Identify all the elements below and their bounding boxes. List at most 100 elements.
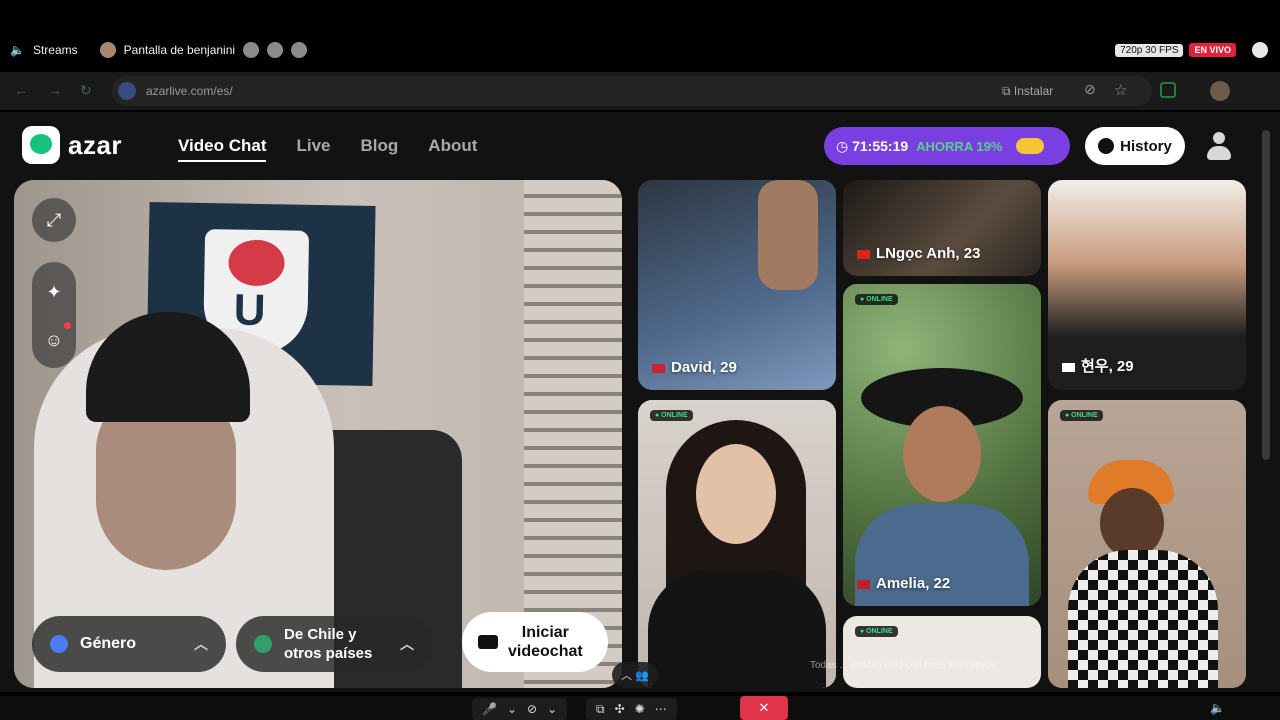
call-controls: 🎤 ⌄ ⊘ ⌄ [472, 698, 568, 720]
chat-icon[interactable] [1252, 42, 1268, 58]
streams-label[interactable]: Streams [33, 43, 78, 57]
profile-face [696, 444, 776, 544]
profile-name-text: 현우, 29 [1081, 358, 1134, 375]
profile-name-text: Amelia, 22 [876, 575, 951, 592]
eye-off-icon[interactable]: ⊘ [1084, 81, 1096, 98]
gender-label: Género [80, 635, 137, 652]
effects-toolbar: ✦ ☺ [32, 262, 76, 368]
forward-arrow-icon[interactable]: → [48, 82, 62, 98]
promo-save-text: AHORRA 19% [916, 138, 1003, 154]
sparkle-effects-icon[interactable]: ✦ [32, 270, 76, 314]
soundboard-icon[interactable]: ✺ [635, 702, 645, 716]
profile-face [1100, 488, 1164, 558]
url-text[interactable]: azarlive.com/es/ [146, 84, 233, 98]
profile-card[interactable]: LNgọc Anh, 23 [843, 180, 1041, 276]
page-scrollbar[interactable] [1262, 130, 1270, 460]
bookmark-star-icon[interactable]: ☆ [1114, 81, 1127, 99]
site-info-icon[interactable] [118, 82, 136, 100]
chevron-up-icon: ︿ [194, 636, 208, 652]
start-line2: videochat [508, 643, 583, 660]
disclaimer-text: Todas ... utilizan solo con fines ilustr… [810, 660, 999, 671]
volume-icon[interactable]: 🔈 [1210, 701, 1225, 715]
profile-face [903, 406, 981, 502]
taskbar: 🎤 ⌄ ⊘ ⌄ ⧉ ✣ ✺ ⋯ ✕ 🔈 [0, 696, 1280, 720]
promo-timer: 71:55:19 [836, 138, 908, 155]
install-button[interactable]: Instalar [1002, 84, 1053, 99]
online-badge: ● ONLINE [855, 294, 898, 305]
screen-share-label: Pantalla de benjanini [123, 43, 236, 57]
profile-card[interactable]: ● ONLINE Amelia, 22 [843, 284, 1041, 606]
activities-icon[interactable]: ✣ [615, 702, 625, 716]
azar-logo[interactable]: azar [22, 126, 122, 164]
region-text: De Chile y otros países [284, 625, 372, 663]
notification-dot [64, 322, 71, 329]
start-line1: Iniciar [521, 624, 569, 641]
start-videochat-button[interactable]: Iniciar videochat [462, 612, 608, 672]
reload-icon[interactable]: ↻ [80, 82, 92, 99]
viewer-avatar [291, 42, 308, 58]
profile-jacket [648, 570, 826, 688]
chevron-down-icon[interactable]: ⌄ [547, 702, 557, 716]
screen-share-icon[interactable]: ⧉ [596, 702, 605, 717]
history-label: History [1120, 137, 1172, 155]
back-arrow-icon[interactable]: ← [14, 82, 28, 98]
tattooed-arm [758, 180, 818, 290]
user-account-icon[interactable] [1206, 132, 1232, 162]
people-toggle-button[interactable]: ︿ 👥 [612, 662, 658, 688]
azar-page: azar Video Chat Live Blog About 71:55:19… [0, 112, 1280, 692]
profile-checkered-vest [1068, 550, 1218, 688]
region-filter[interactable]: De Chile y otros países ︿ [236, 616, 432, 672]
speaker-icon[interactable]: 🔈 [10, 43, 25, 57]
profile-name: Amelia, 22 [857, 575, 950, 592]
profile-name: 현우, 29 [1062, 355, 1134, 376]
profile-name-text: David, 29 [671, 359, 737, 376]
browser-profile-avatar[interactable] [1210, 81, 1230, 101]
promo-banner[interactable]: 71:55:19 AHORRA 19% [824, 127, 1070, 165]
main-nav: Video Chat Live Blog About [178, 136, 477, 162]
profile-card[interactable]: David, 29 [638, 180, 836, 390]
profile-card[interactable]: ● ONLINE [1048, 400, 1246, 688]
video-camera-icon [478, 635, 498, 649]
gender-filter[interactable]: Género ︿ [32, 616, 226, 672]
more-icon[interactable]: ⋯ [655, 702, 667, 716]
start-videochat-label: Iniciar videochat [508, 623, 583, 661]
globe-icon [254, 635, 272, 653]
history-button[interactable]: History [1085, 127, 1185, 165]
nav-blog[interactable]: Blog [361, 136, 399, 162]
viewer-avatar [267, 42, 284, 58]
stream-status: 720p 30 FPS EN VIVO [1115, 40, 1268, 60]
chevron-down-icon[interactable]: ⌄ [507, 702, 517, 716]
online-badge: ● ONLINE [855, 626, 898, 637]
nav-video-chat[interactable]: Video Chat [178, 136, 267, 162]
region-line1: De Chile y [284, 626, 357, 643]
viewer-avatar [243, 42, 260, 58]
extension-icon[interactable] [1160, 82, 1176, 98]
flag-icon [1062, 362, 1075, 372]
profile-card[interactable]: ● ONLINE [638, 400, 836, 688]
profile-card[interactable]: 현우, 29 [1048, 180, 1246, 390]
profile-name-text: LNgọc Anh, 23 [876, 245, 981, 262]
online-badge: ● ONLINE [1060, 410, 1103, 421]
flag-icon [857, 579, 870, 589]
logo-text: azar [68, 129, 123, 160]
browser-toolbar: ← → ↻ azarlive.com/es/ Instalar ⊘ ☆ [0, 72, 1280, 110]
fullscreen-button[interactable]: ⤢ [32, 198, 76, 242]
address-bar[interactable]: azarlive.com/es/ Instalar ⊘ ☆ [112, 76, 1152, 106]
stream-info: 🔈 Streams Pantalla de benjanini [10, 40, 308, 60]
azar-logo-icon [22, 126, 60, 164]
end-call-button[interactable]: ✕ [740, 696, 788, 720]
share-controls: ⧉ ✣ ✺ ⋯ [586, 698, 677, 720]
streamer-avatar [99, 42, 116, 58]
flag-icon [857, 249, 870, 259]
flag-icon [652, 363, 665, 373]
camera-off-icon[interactable]: ⊘ [527, 702, 537, 716]
nav-about[interactable]: About [428, 136, 477, 162]
profile-card[interactable]: ● ONLINE [843, 616, 1041, 688]
region-line2: otros países [284, 645, 373, 662]
profile-name: LNgọc Anh, 23 [857, 245, 980, 262]
nav-live[interactable]: Live [296, 136, 330, 162]
microphone-icon[interactable]: 🎤 [482, 702, 497, 716]
coins-icon [1016, 138, 1045, 154]
online-badge: ● ONLINE [650, 410, 693, 421]
camera-preview: ⤢ ✦ ☺ Género ︿ De Chile y otros países ︿… [14, 180, 622, 688]
